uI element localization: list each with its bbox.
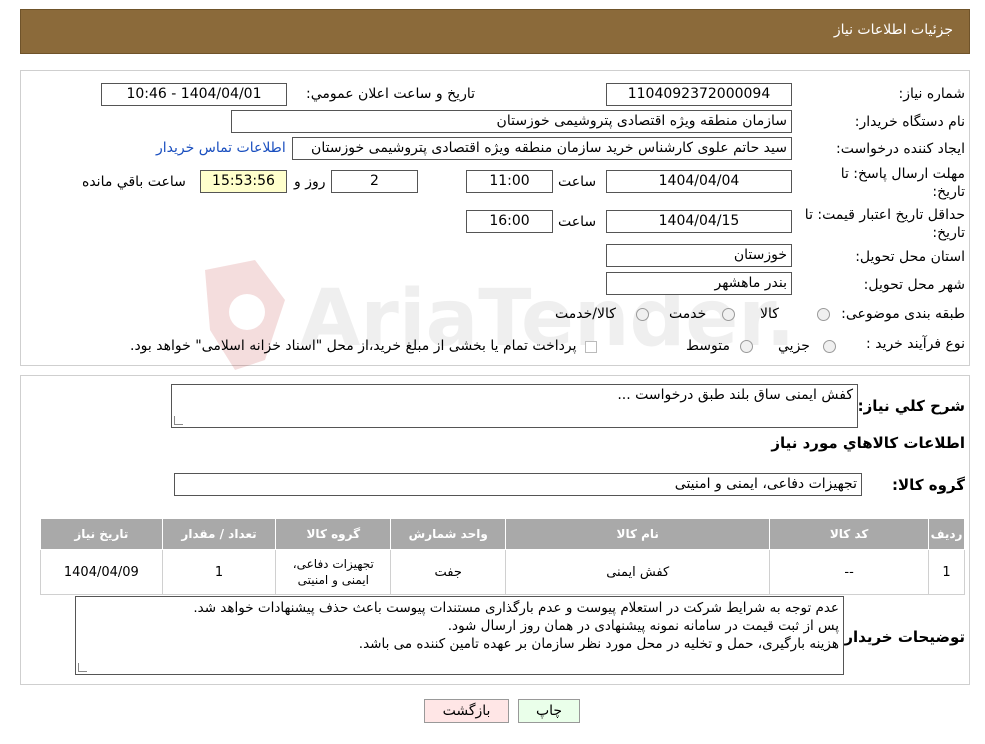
cell-qty: 1 — [161, 549, 277, 595]
buyer-notes-field: عدم توجه به شرایط شرکت در استعلام پیوست … — [75, 596, 844, 675]
process-option-minor-label: جزيي — [778, 338, 810, 354]
cell-row: 1 — [928, 549, 965, 595]
category-label: طبقه بندی موضوعی: — [841, 306, 965, 322]
col-date-header: تاريخ نياز — [40, 518, 163, 550]
remaining-time-field: 15:53:56 — [200, 170, 287, 193]
process-option-medium-radio[interactable] — [740, 340, 753, 353]
need-number-label: شماره نیاز: — [898, 86, 966, 102]
cell-code: -- — [769, 549, 930, 595]
validity-time-field: 16:00 — [466, 210, 553, 233]
cell-group: تجهیزات دفاعی، ایمنی و امنیتی — [275, 549, 392, 595]
col-group-header: گروه کالا — [275, 518, 392, 550]
resize-handle-icon[interactable] — [174, 416, 183, 425]
goods-group-field: تجهیزات دفاعی، ایمنی و امنیتی — [174, 473, 862, 496]
buyer-notes-label: توضيحات خريدار: — [838, 628, 965, 646]
province-field: خوزستان — [606, 244, 792, 267]
buyer-org-field: سازمان منطقه ویژه اقتصادی پتروشیمی خوزست… — [231, 110, 792, 133]
goods-info-title: اطلاعات کالاهاي مورد نياز — [771, 434, 965, 452]
description-label: شرح کلي نياز: — [857, 397, 965, 415]
category-option-goods-radio[interactable] — [817, 308, 830, 321]
validity-time-label: ساعت — [558, 214, 597, 230]
requester-label: ايجاد کننده درخواست: — [836, 141, 965, 157]
contact-info-link[interactable]: اطلاعات تماس خريدار — [156, 140, 286, 156]
description-text: کفش ایمنی ساق بلند طبق درخواست ... — [617, 387, 853, 403]
deadline-date-field: 1404/04/04 — [606, 170, 792, 193]
city-label: شهر محل تحويل: — [863, 277, 965, 293]
days-label: روز و — [294, 174, 326, 190]
col-qty-header: تعداد / مقدار — [161, 518, 277, 550]
cell-name: کفش ایمنی — [505, 549, 771, 595]
table-row: 1 -- کفش ایمنی جفت تجهیزات دفاعی، ایمنی … — [40, 549, 965, 595]
print-button[interactable]: چاپ — [518, 699, 580, 723]
col-code-header: کد کالا — [769, 518, 930, 550]
page-header: جزئیات اطلاعات نیاز — [20, 9, 970, 54]
goods-group-label: گروه کالا: — [892, 476, 965, 494]
process-option-minor-radio[interactable] — [823, 340, 836, 353]
back-button[interactable]: بازگشت — [424, 699, 509, 723]
category-option-both-radio[interactable] — [636, 308, 649, 321]
description-field: کفش ایمنی ساق بلند طبق درخواست ... — [171, 384, 858, 428]
validity-date-field: 1404/04/15 — [606, 210, 792, 233]
category-option-service-label: خدمت — [669, 306, 707, 322]
col-unit-header: واحد شمارش — [390, 518, 507, 550]
items-table: رديف کد کالا نام کالا واحد شمارش گروه کا… — [40, 518, 965, 595]
days-field: 2 — [331, 170, 418, 193]
buyer-note-line: پس از ثبت قیمت در سامانه نمونه پیشنهادی … — [447, 618, 839, 634]
buyer-note-line: عدم توجه به شرایط شرکت در استعلام پیوست … — [193, 600, 839, 616]
deadline-time-field: 11:00 — [466, 170, 553, 193]
category-option-both-label: کالا/خدمت — [555, 306, 616, 322]
process-note-checkbox[interactable] — [585, 341, 597, 353]
page-title: جزئیات اطلاعات نیاز — [833, 22, 953, 38]
buyer-org-label: نام دستگاه خريدار: — [854, 114, 965, 130]
announce-field: 1404/04/01 - 10:46 — [101, 83, 287, 106]
process-note: پرداخت تمام يا بخشی از مبلغ خريد،از محل … — [130, 338, 577, 354]
cell-date: 1404/04/09 — [40, 549, 163, 595]
province-label: استان محل تحويل: — [855, 249, 965, 265]
category-option-service-radio[interactable] — [722, 308, 735, 321]
announce-label: تاریخ و ساعت اعلان عمومي: — [306, 86, 475, 102]
remaining-label: ساعت باقي مانده — [82, 174, 186, 190]
table-header-row: رديف کد کالا نام کالا واحد شمارش گروه کا… — [40, 518, 965, 550]
validity-label: حداقل تاريخ اعتبار قيمت: تا تاريخ: — [804, 207, 965, 241]
deadline-time-label: ساعت — [558, 174, 597, 190]
cell-unit: جفت — [390, 549, 507, 595]
buyer-note-line: هزینه بارگیری، حمل و تخلیه در محل مورد ن… — [358, 636, 839, 652]
col-row-header: رديف — [928, 518, 965, 550]
resize-handle-icon[interactable] — [78, 663, 87, 672]
city-field: بندر ماهشهر — [606, 272, 792, 295]
col-name-header: نام کالا — [505, 518, 771, 550]
process-label: نوع فرآيند خريد : — [866, 336, 965, 352]
process-option-medium-label: متوسط — [686, 338, 730, 354]
need-number-field: 1104092372000094 — [606, 83, 792, 106]
category-option-goods-label: کالا — [760, 306, 779, 322]
requester-field: سید حاتم علوی کارشناس خرید سازمان منطقه … — [292, 137, 792, 160]
deadline-label: مهلت ارسال پاسخ: تا تاريخ: — [840, 166, 965, 200]
